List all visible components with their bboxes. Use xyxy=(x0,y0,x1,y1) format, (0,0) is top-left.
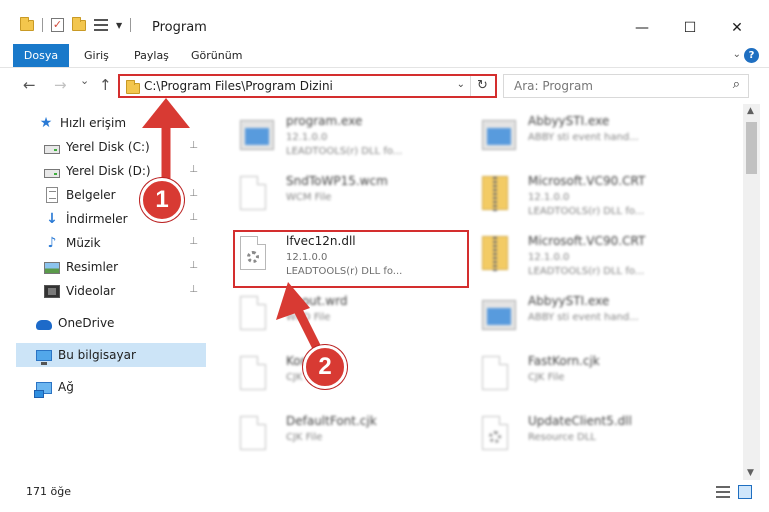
callout-arrows xyxy=(142,98,323,355)
callout-arrow-2 xyxy=(276,282,323,355)
callout-badge-2: 2 xyxy=(303,345,347,389)
callout-badge-1: 1 xyxy=(140,178,184,222)
callout-arrow-1 xyxy=(142,98,190,185)
